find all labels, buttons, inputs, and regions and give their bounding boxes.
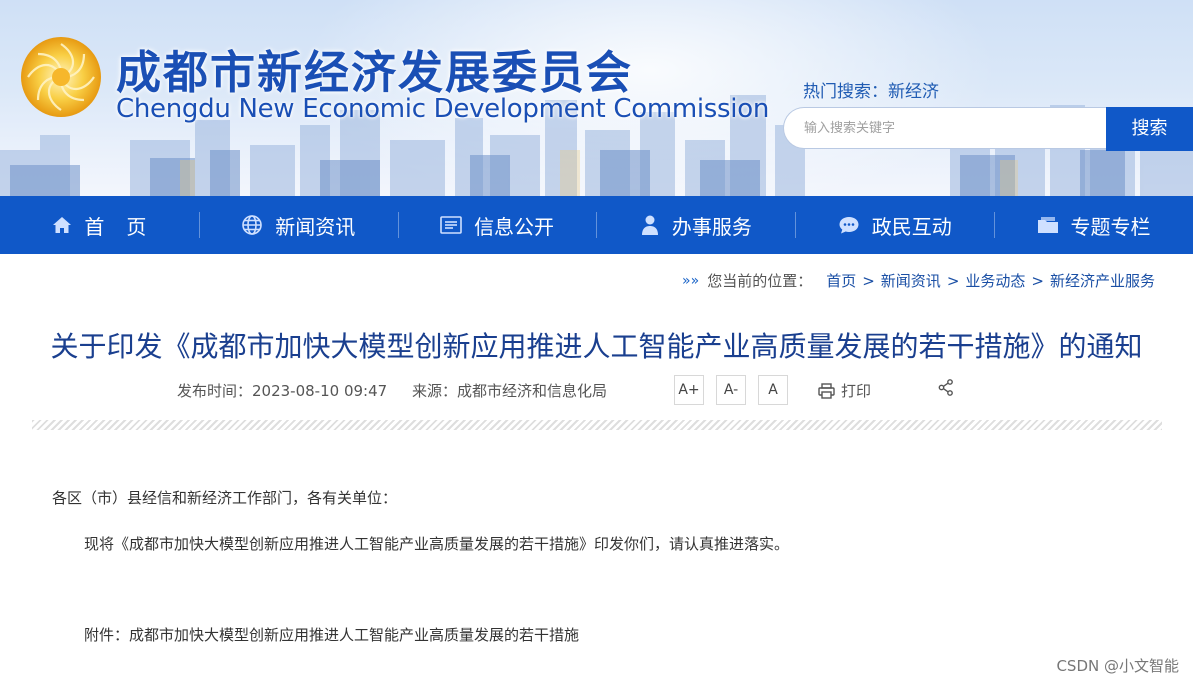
share-icon[interactable] — [938, 379, 954, 396]
search-input[interactable] — [783, 107, 1106, 149]
site-title-chinese: 成都市新经济发展委员会 — [116, 46, 634, 99]
breadcrumb-separator: > — [862, 271, 875, 290]
csdn-watermark: CSDN @小文智能 — [1056, 657, 1179, 675]
home-icon — [53, 217, 72, 233]
printer-icon — [818, 382, 835, 399]
print-button[interactable]: 打印 — [818, 380, 871, 401]
salutation-paragraph: 各区（市）县经信和新经济工作部门，各有关单位： — [52, 489, 398, 507]
font-size-decrease-button[interactable]: A- — [716, 375, 746, 405]
hatched-divider — [32, 420, 1162, 430]
nav-item-info-disclosure[interactable]: 信息公开 — [397, 196, 597, 254]
body-paragraph: 现将《成都市加快大模型创新应用推进人工智能产业高质量发展的若干措施》印发你们，请… — [84, 535, 790, 553]
breadcrumb-separator: > — [1031, 271, 1044, 290]
main-nav: 首页 新闻资讯 信息公开 办事服务 政民互动 专题专栏 — [0, 196, 1193, 254]
article-title: 关于印发《成都市加快大模型创新应用推进人工智能产业高质量发展的若干措施》的通知 — [50, 330, 1143, 363]
breadcrumb-link-news[interactable]: 新闻资讯 — [881, 270, 941, 291]
nav-item-home[interactable]: 首页 — [0, 196, 199, 254]
breadcrumb-link-home[interactable]: 首页 — [826, 270, 856, 291]
attachment-link[interactable]: 附件：成都市加快大模型创新应用推进人工智能产业高质量发展的若干措施 — [84, 624, 579, 645]
search-box: 搜索 — [783, 107, 1193, 151]
article-source: 来源：成都市经济和信息化局 — [411, 382, 607, 400]
nav-item-special-topics[interactable]: 专题专栏 — [994, 196, 1193, 254]
breadcrumb-separator: > — [946, 271, 960, 290]
font-size-increase-button[interactable]: A+ — [674, 375, 704, 405]
header-banner: 成都市新经济发展委员会 Chengdu New Economic Develop… — [0, 0, 1193, 196]
nav-item-label: 信息公开 — [474, 214, 555, 239]
globe-icon — [242, 215, 263, 235]
breadcrumb-prefix: 您当前的位置： — [707, 272, 813, 290]
sun-bird-logo — [21, 37, 101, 117]
site-title-english: Chengdu New Economic Development Commiss… — [116, 94, 769, 124]
article-meta: 发布时间：2023-08-10 09:47 来源：成都市经济和信息化局 — [177, 380, 607, 401]
print-label: 打印 — [841, 382, 872, 400]
hot-search-link[interactable]: 热门搜索：新经济 — [803, 77, 939, 102]
search-button[interactable]: 搜索 — [1106, 107, 1193, 151]
nav-item-label: 政民互动 — [871, 214, 952, 239]
nav-item-label: 专题专栏 — [1070, 214, 1151, 239]
double-chevron-right-icon: »» — [682, 272, 700, 289]
person-icon — [641, 215, 658, 235]
nav-item-services[interactable]: 办事服务 — [596, 196, 795, 254]
breadcrumb-link-business-news[interactable]: 业务动态 — [965, 270, 1025, 291]
nav-item-label: 办事服务 — [671, 214, 752, 239]
nav-item-label: 首页 — [84, 214, 169, 239]
publish-time: 发布时间：2023-08-10 09:47 — [177, 382, 388, 400]
breadcrumb: »» 您当前的位置： 首页 > 新闻资讯 > 业务动态 > 新经济产业服务 — [682, 270, 1155, 291]
folder-icon — [1037, 217, 1058, 233]
nav-item-interaction[interactable]: 政民互动 — [795, 196, 994, 254]
nav-item-news[interactable]: 新闻资讯 — [198, 196, 398, 254]
chat-bubble-icon — [839, 217, 859, 234]
nav-item-label: 新闻资讯 — [275, 214, 356, 239]
font-size-default-button[interactable]: A — [758, 375, 788, 405]
breadcrumb-link-new-economy-services[interactable]: 新经济产业服务 — [1050, 270, 1155, 291]
document-list-icon — [440, 216, 462, 234]
